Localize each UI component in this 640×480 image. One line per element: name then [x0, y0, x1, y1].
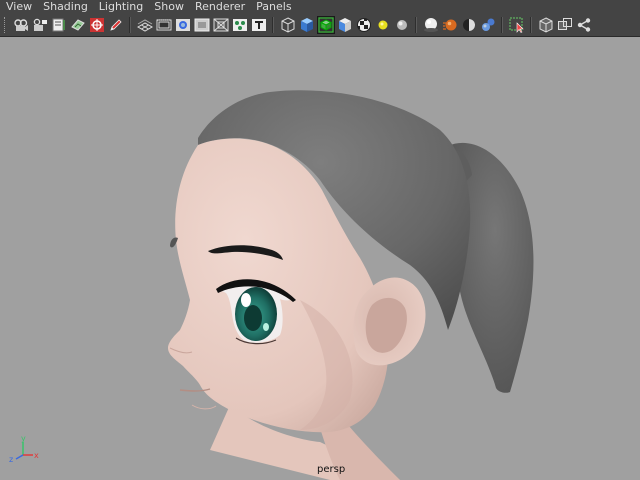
textured-icon[interactable] — [356, 17, 372, 33]
panel-menu-bar: View Shading Lighting Show Renderer Pane… — [0, 0, 640, 13]
menu-renderer[interactable]: Renderer — [189, 0, 250, 13]
axis-gizmo: y x z — [9, 434, 39, 464]
axis-x-label: x — [34, 451, 39, 460]
image-plane-icon[interactable] — [70, 17, 86, 33]
menu-shading[interactable]: Shading — [37, 0, 93, 13]
resolution-gate-icon[interactable] — [175, 17, 191, 33]
two-d-pan-zoom-icon[interactable] — [89, 17, 105, 33]
toolbar-separator — [129, 16, 131, 33]
xray-joints-icon[interactable] — [576, 17, 592, 33]
depth-of-field-icon[interactable] — [480, 17, 496, 33]
motion-blur-icon[interactable] — [442, 17, 458, 33]
menu-view[interactable]: View — [0, 0, 37, 13]
select-camera-icon[interactable] — [13, 17, 29, 33]
smooth-shade-icon[interactable] — [299, 17, 315, 33]
grease-pencil-icon[interactable] — [108, 17, 124, 33]
multisample-anti-aliasing-icon[interactable] — [461, 17, 477, 33]
axis-y-label: y — [21, 434, 26, 443]
menu-lighting[interactable]: Lighting — [93, 0, 148, 13]
use-all-lights-icon[interactable] — [375, 17, 391, 33]
camera-name-label: persp — [317, 464, 346, 475]
safe-title-icon[interactable] — [251, 17, 267, 33]
bookmarks-icon[interactable] — [51, 17, 67, 33]
shadows-icon[interactable] — [394, 17, 410, 33]
eye-pupil — [244, 305, 262, 331]
isolate-select-icon[interactable] — [509, 17, 525, 33]
toolbar-separator — [501, 16, 503, 33]
menu-panels[interactable]: Panels — [250, 0, 296, 13]
default-material-icon[interactable] — [337, 17, 353, 33]
eye-highlight — [241, 293, 251, 307]
axis-z-line — [15, 454, 24, 460]
maya-viewport-panel: View Shading Lighting Show Renderer Pane… — [0, 0, 640, 480]
toolbar-separator — [415, 16, 417, 33]
toolbar-separator — [272, 16, 274, 33]
xray-icon[interactable] — [538, 16, 554, 33]
menu-show[interactable]: Show — [148, 0, 189, 13]
toolbar-separator — [530, 16, 532, 33]
lower-lip — [191, 404, 217, 410]
character-head-model[interactable] — [0, 38, 640, 480]
perspective-viewport[interactable]: y x z persp — [0, 38, 640, 480]
film-gate-icon[interactable] — [156, 17, 172, 33]
safe-action-icon[interactable] — [232, 17, 248, 33]
grid-icon[interactable] — [136, 17, 153, 33]
axis-z-label: z — [9, 455, 13, 464]
eye-highlight-small — [263, 323, 269, 331]
wireframe-on-shaded-icon[interactable] — [316, 15, 335, 34]
gate-mask-icon[interactable] — [194, 17, 210, 33]
screen-space-ambient-occlusion-icon[interactable] — [423, 17, 439, 33]
toolbar-grip[interactable] — [4, 16, 8, 33]
field-chart-icon[interactable] — [213, 17, 229, 33]
panel-toolbar — [0, 13, 640, 37]
wireframe-icon[interactable] — [280, 16, 296, 33]
xray-active-components-icon[interactable] — [557, 17, 573, 33]
camera-attributes-icon[interactable] — [32, 17, 48, 33]
